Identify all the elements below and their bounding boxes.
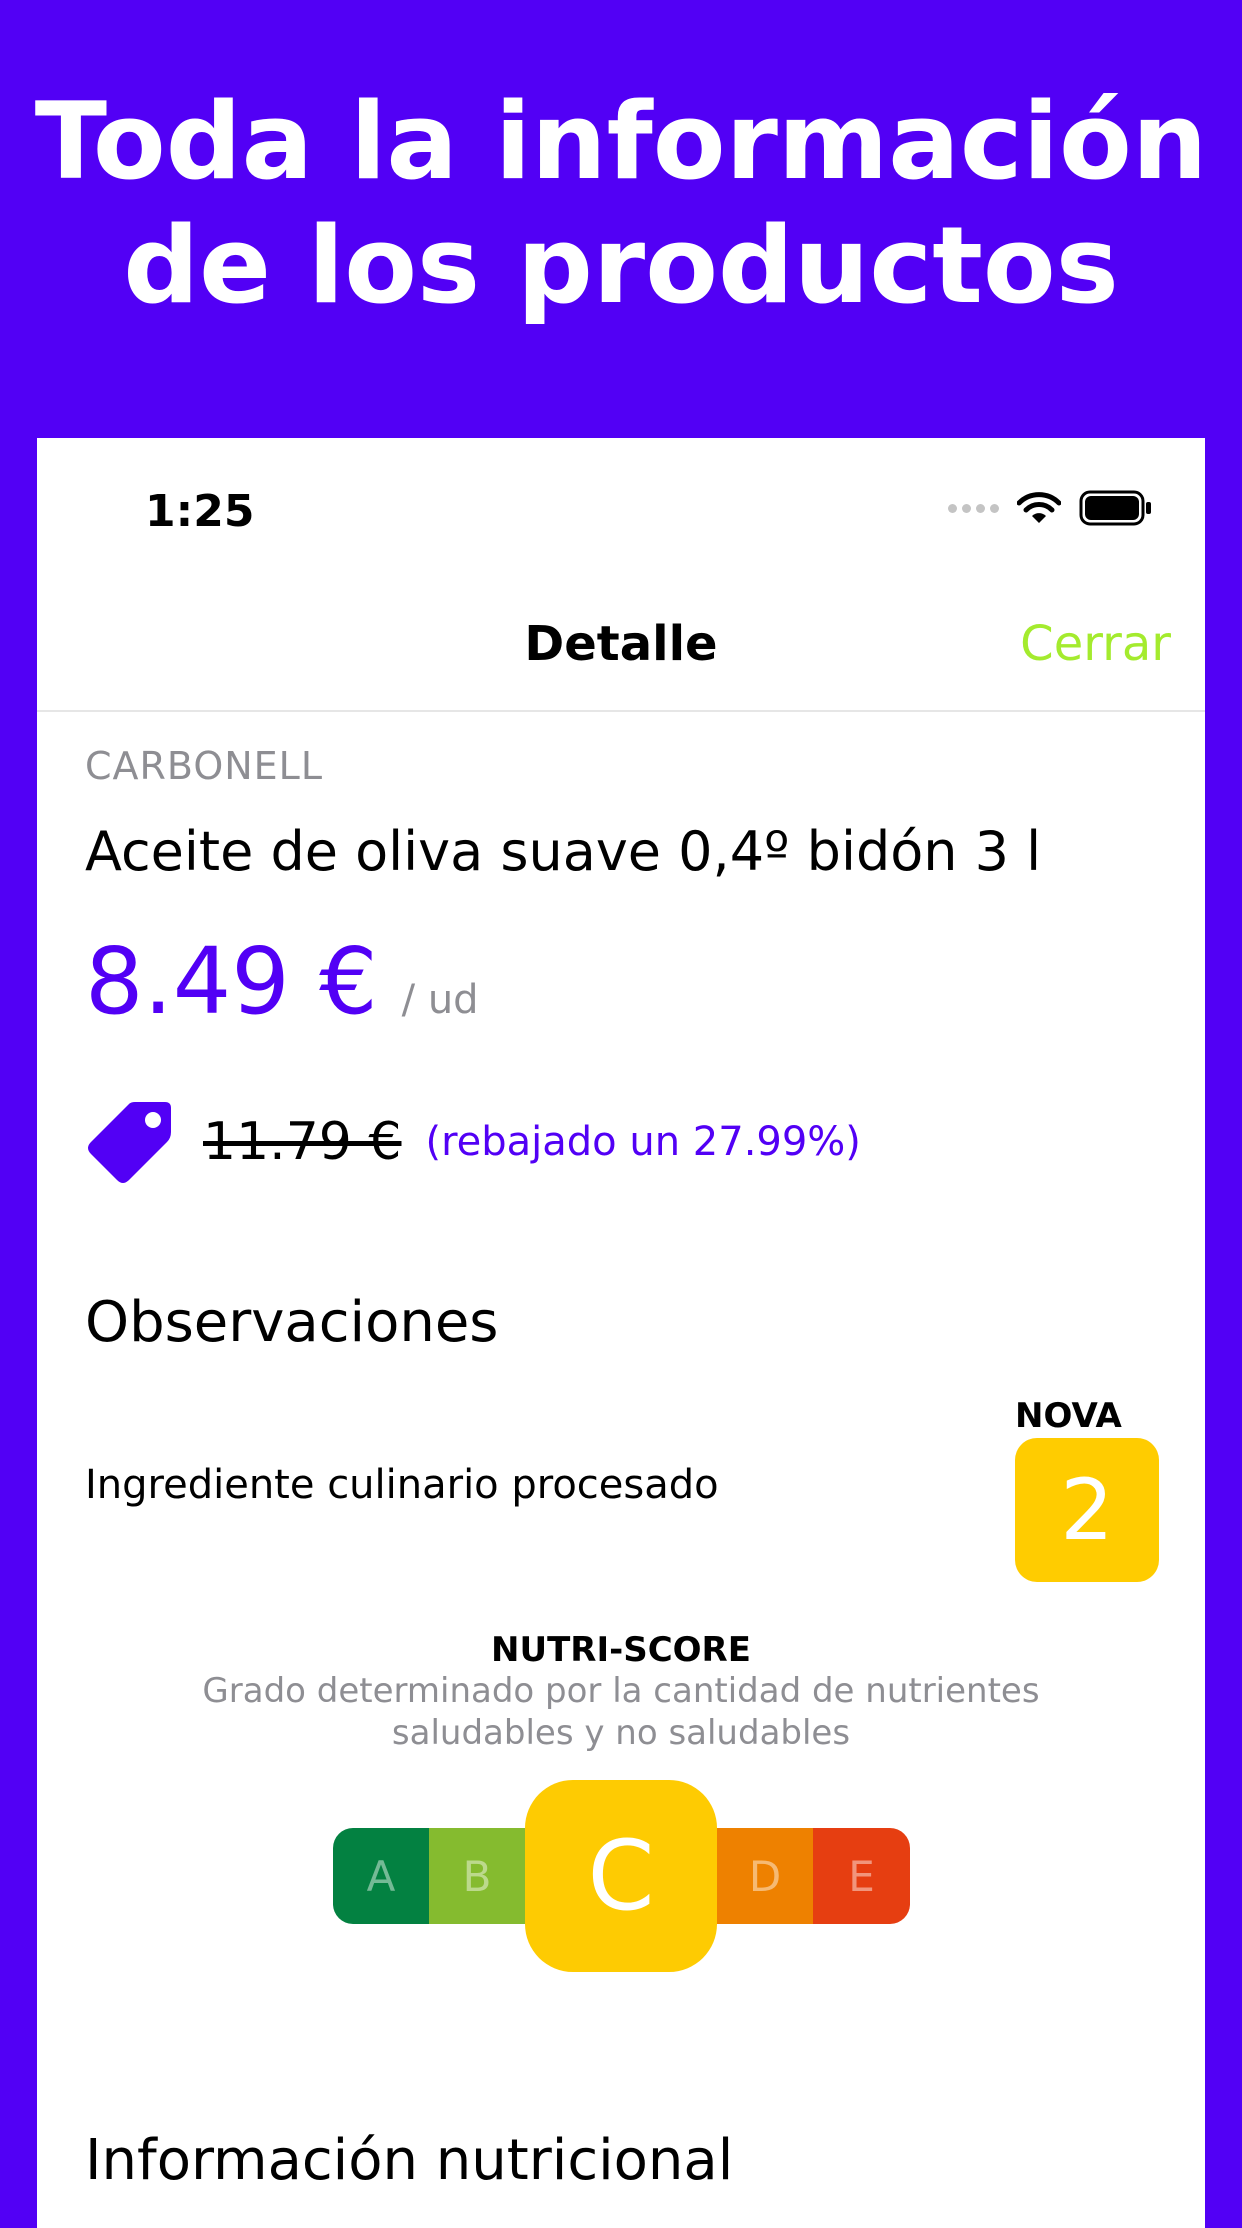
nutriscore-grade-a: A bbox=[333, 1828, 429, 1924]
nova-badge: 2 bbox=[1015, 1438, 1159, 1582]
product-name: Aceite de oliva suave 0,4º bidón 3 l bbox=[85, 820, 1042, 883]
nutriscore-title: NUTRI-SCORE bbox=[491, 1630, 751, 1670]
nova-label: NOVA bbox=[1015, 1396, 1122, 1436]
promo-headline-line1: Toda la información bbox=[34, 80, 1208, 203]
observations-text: Ingrediente culinario procesado bbox=[85, 1462, 719, 1508]
status-icons bbox=[948, 490, 1153, 526]
nutriscore-grade-b: B bbox=[429, 1828, 525, 1924]
nutriscore-subtitle-line1: Grado determinado por la cantidad de nut… bbox=[202, 1671, 1040, 1711]
nutriscore-subtitle-line2: saludables y no saludables bbox=[391, 1713, 851, 1753]
phone-screen: 1:25 Detalle Cerrar CARBONELL Aceite de … bbox=[37, 438, 1205, 2228]
price-row: 8.49 € / ud bbox=[85, 928, 479, 1035]
nutriscore-grade-e: E bbox=[813, 1828, 910, 1924]
discount-text: (rebajado un 27.99%) bbox=[425, 1119, 861, 1165]
promo-headline: Toda la información de los productos bbox=[0, 80, 1242, 328]
navigation-bar: Detalle Cerrar bbox=[37, 588, 1205, 712]
nutriscore-selected-grade: C bbox=[525, 1780, 717, 1972]
product-brand: CARBONELL bbox=[85, 744, 324, 788]
promo-headline-line2: de los productos bbox=[123, 204, 1119, 327]
cellular-signal-icon bbox=[948, 503, 999, 513]
old-price: 11.79 € bbox=[203, 1112, 402, 1172]
observations-title: Observaciones bbox=[85, 1290, 499, 1355]
price-value: 8.49 € bbox=[85, 928, 378, 1035]
wifi-icon bbox=[1017, 492, 1061, 523]
close-button[interactable]: Cerrar bbox=[1020, 616, 1171, 672]
price-unit: / ud bbox=[401, 977, 479, 1023]
discount-row: 11.79 € (rebajado un 27.99%) bbox=[85, 1098, 861, 1186]
nutriscore-scale: A B D E C bbox=[333, 1780, 910, 1972]
nutriscore-grade-d: D bbox=[717, 1828, 813, 1924]
nutrition-title: Información nutricional bbox=[85, 2128, 734, 2193]
price-tag-icon bbox=[88, 1102, 171, 1183]
battery-icon bbox=[1079, 490, 1151, 526]
nutriscore-subtitle: Grado determinado por la cantidad de nut… bbox=[171, 1670, 1071, 1754]
status-time: 1:25 bbox=[145, 486, 255, 537]
